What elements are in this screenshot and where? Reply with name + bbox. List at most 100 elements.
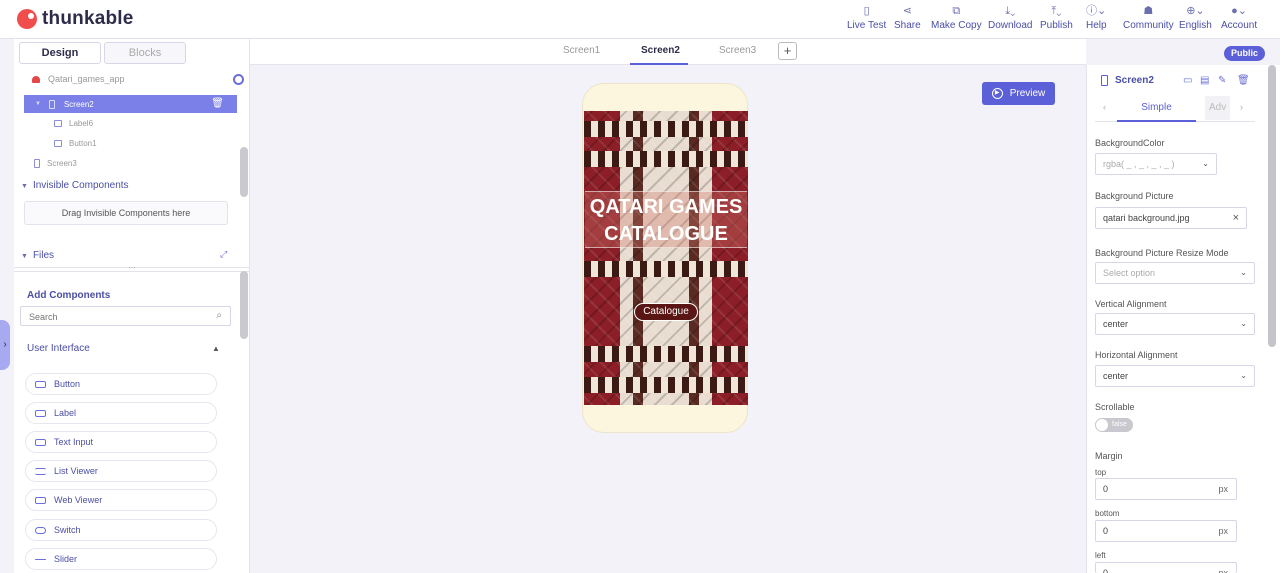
resize-mode-placeholder: Select option bbox=[1103, 268, 1156, 278]
margin-label: Margin bbox=[1095, 451, 1123, 461]
background-picture-field[interactable]: qatari background.jpg × bbox=[1095, 207, 1247, 229]
component-label[interactable]: Label bbox=[25, 402, 217, 424]
community-icon: ☗ bbox=[1143, 5, 1154, 17]
tab-screen3[interactable]: Screen3 bbox=[719, 45, 756, 56]
language-button[interactable]: ⊕⌄ English bbox=[1179, 4, 1212, 31]
make-copy-button[interactable]: ⧉ Make Copy bbox=[931, 4, 982, 31]
component-label: Switch bbox=[54, 525, 81, 535]
thunkable-logo[interactable]: thunkable bbox=[17, 8, 134, 30]
vertical-alignment-select[interactable]: center ⌄ bbox=[1095, 313, 1255, 335]
trash-icon[interactable]: 🗑 bbox=[211, 98, 224, 109]
app-title-label[interactable]: QATARI GAMES CATALOGUE bbox=[585, 191, 747, 248]
folder-icon[interactable]: ▭ bbox=[1183, 75, 1193, 86]
component-search[interactable]: ⌕ bbox=[20, 306, 231, 326]
text-input-icon bbox=[35, 438, 46, 446]
catalogue-button[interactable]: Catalogue bbox=[634, 303, 698, 321]
drawer-toggle-icon[interactable]: › bbox=[0, 320, 10, 370]
margin-bottom-field[interactable]: 0 px bbox=[1095, 520, 1237, 542]
share-icon: ⋖ bbox=[902, 5, 912, 17]
margin-top-value: 0 bbox=[1103, 484, 1109, 494]
component-label: Text Input bbox=[54, 437, 94, 447]
properties-title: Screen2 bbox=[1115, 75, 1154, 86]
component-slider[interactable]: Slider bbox=[25, 548, 217, 570]
gear-icon[interactable] bbox=[233, 74, 244, 85]
help-button[interactable]: ⓘ⌄ Help bbox=[1086, 4, 1107, 31]
margin-top-field[interactable]: 0 px bbox=[1095, 478, 1237, 500]
component-list-viewer[interactable]: List Viewer bbox=[25, 460, 217, 482]
properties-scrollbar[interactable] bbox=[1268, 65, 1276, 347]
tree-item-screen2[interactable]: ▼ Screen2 🗑 bbox=[24, 95, 237, 113]
tab-advanced[interactable]: Adv bbox=[1205, 96, 1231, 120]
tree-app-item[interactable]: Qatari_games_app bbox=[32, 74, 125, 84]
thunkable-logo-icon bbox=[17, 9, 37, 29]
phone-screen[interactable]: QATARI GAMES CATALOGUE Catalogue bbox=[584, 111, 748, 405]
scrollable-toggle[interactable]: false bbox=[1095, 418, 1133, 432]
edit-icon[interactable]: ✎ bbox=[1218, 75, 1228, 86]
tab-screen2[interactable]: Screen2 bbox=[641, 45, 680, 56]
download-button[interactable]: ⤓⌄ Download bbox=[988, 4, 1032, 31]
tab-screen1[interactable]: Screen1 bbox=[563, 45, 600, 56]
panel-resize-handle[interactable]: ⋯ bbox=[14, 265, 250, 272]
public-badge[interactable]: Public bbox=[1224, 46, 1265, 61]
expand-icon[interactable]: ⤢ bbox=[220, 249, 227, 260]
community-button[interactable]: ☗ Community bbox=[1123, 4, 1174, 31]
top-bar: thunkable ▯ Live Test ⋖ Share ⧉ Make Copy ⤓… bbox=[0, 0, 1280, 39]
horizontal-alignment-label: Horizontal Alignment bbox=[1095, 350, 1178, 360]
properties-header: Screen2 bbox=[1101, 75, 1154, 86]
trash-icon[interactable]: 🗑 bbox=[1237, 75, 1250, 86]
button-icon bbox=[54, 140, 62, 147]
preview-button[interactable]: ▶ Preview bbox=[982, 82, 1055, 105]
tree-label6-text: Label6 bbox=[69, 119, 94, 128]
user-interface-section[interactable]: User Interface bbox=[27, 343, 90, 354]
caret-down-icon[interactable]: ▼ bbox=[35, 101, 41, 107]
component-text-input[interactable]: Text Input bbox=[25, 431, 217, 453]
margin-left-label: left bbox=[1095, 551, 1106, 560]
horizontal-alignment-select[interactable]: center ⌄ bbox=[1095, 365, 1255, 387]
chevron-right-icon[interactable]: › bbox=[1240, 102, 1243, 112]
background-color-picker[interactable]: rgba( _ , _ , _ , _ ) ⌄ bbox=[1095, 153, 1217, 175]
component-switch[interactable]: Switch bbox=[25, 519, 217, 541]
tree-scrollbar[interactable] bbox=[240, 147, 248, 197]
tree-item-label6[interactable]: Label6 bbox=[54, 119, 93, 128]
add-screen-button[interactable]: + bbox=[778, 42, 797, 60]
tree-item-screen3[interactable]: Screen3 bbox=[34, 159, 77, 168]
community-label: Community bbox=[1123, 20, 1174, 31]
margin-left-field[interactable]: 0 px bbox=[1095, 562, 1237, 573]
properties-panel: Screen2 ▭ ▤ ✎ 🗑 ‹ Simple Adv › Backgroun… bbox=[1086, 65, 1280, 573]
tree-item-button1[interactable]: Button1 bbox=[54, 139, 97, 148]
chevron-up-icon[interactable]: ▲ bbox=[212, 344, 220, 353]
rug-pattern bbox=[584, 151, 748, 167]
share-button[interactable]: ⋖ Share bbox=[894, 4, 921, 31]
component-button[interactable]: Button bbox=[25, 373, 217, 395]
avatar-icon: ●⌄ bbox=[1231, 5, 1247, 17]
tree-button1-text: Button1 bbox=[69, 139, 97, 148]
layout-icon[interactable]: ▤ bbox=[1200, 75, 1210, 86]
publish-button[interactable]: ⤒⌄ Publish bbox=[1040, 4, 1073, 31]
live-test-button[interactable]: ▯ Live Test bbox=[847, 4, 886, 31]
components-scrollbar[interactable] bbox=[240, 271, 248, 339]
globe-icon: ⊕⌄ bbox=[1186, 5, 1205, 17]
make-copy-label: Make Copy bbox=[931, 20, 982, 31]
invisible-components-dropzone[interactable]: Drag Invisible Components here bbox=[24, 201, 228, 225]
files-title: Files bbox=[32, 250, 55, 261]
resize-mode-select[interactable]: Select option ⌄ bbox=[1095, 262, 1255, 284]
add-components-title: Add Components bbox=[27, 290, 111, 301]
chevron-down-icon: ⌄ bbox=[1202, 159, 1209, 168]
copy-icon: ⧉ bbox=[952, 5, 961, 17]
tab-simple[interactable]: Simple bbox=[1117, 96, 1196, 122]
title-line1: QATARI GAMES bbox=[589, 196, 743, 218]
phone-preview: QATARI GAMES CATALOGUE Catalogue bbox=[582, 83, 748, 433]
share-label: Share bbox=[894, 20, 921, 31]
invisible-components-header[interactable]: ▼ Invisible Components bbox=[21, 180, 129, 191]
close-icon[interactable]: × bbox=[1233, 208, 1239, 228]
download-label: Download bbox=[988, 20, 1033, 31]
tab-design[interactable]: Design bbox=[19, 42, 101, 64]
invisible-components-title: Invisible Components bbox=[32, 180, 129, 191]
search-input[interactable] bbox=[21, 308, 201, 326]
files-header[interactable]: ▼ Files bbox=[21, 250, 54, 261]
web-viewer-icon bbox=[35, 496, 46, 504]
tab-blocks[interactable]: Blocks bbox=[104, 42, 186, 64]
account-button[interactable]: ●⌄ Account bbox=[1221, 4, 1257, 31]
preview-label: Preview bbox=[1009, 88, 1046, 99]
component-web-viewer[interactable]: Web Viewer bbox=[25, 489, 217, 511]
